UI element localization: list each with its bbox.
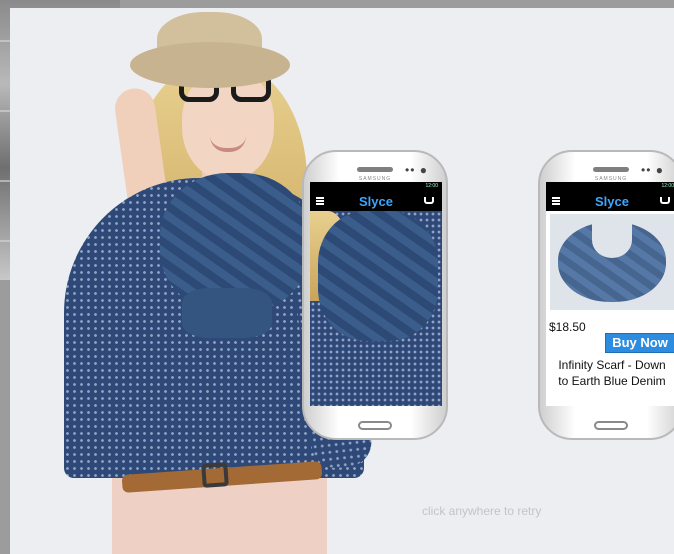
app-navbar: Slyce xyxy=(546,191,674,211)
home-button xyxy=(594,421,628,430)
phone-screen: 12:00 Slyce xyxy=(310,182,442,406)
phone-screen: 12:00 Slyce $18.50 Buy Now Infinity Scar… xyxy=(546,182,674,406)
app-logo: Slyce xyxy=(359,194,393,209)
cart-icon[interactable] xyxy=(660,197,670,204)
cart-icon[interactable] xyxy=(424,197,434,204)
app-navbar: Slyce xyxy=(310,191,442,211)
demo-panel[interactable]: •• ● SAMSUNG 12:00 Slyce •• ● SAMSUNG 12… xyxy=(10,8,674,554)
phone-camera-view: •• ● SAMSUNG 12:00 Slyce xyxy=(302,150,448,440)
app-logo: Slyce xyxy=(595,194,629,209)
product-price: $18.50 xyxy=(549,320,586,334)
home-button xyxy=(358,421,392,430)
retry-hint[interactable]: click anywhere to retry xyxy=(422,504,541,518)
sensor-dots: •• ● xyxy=(641,163,664,177)
status-bar: 12:00 xyxy=(310,182,442,191)
sensor-dots: •• ● xyxy=(405,163,428,177)
buy-now-button[interactable]: Buy Now xyxy=(605,333,674,353)
product-title[interactable]: Infinity Scarf - Down to Earth Blue Deni… xyxy=(554,357,670,389)
phone-product-view: •• ● SAMSUNG 12:00 Slyce $18.50 Buy Now … xyxy=(538,150,674,440)
status-bar: 12:00 xyxy=(546,182,674,191)
